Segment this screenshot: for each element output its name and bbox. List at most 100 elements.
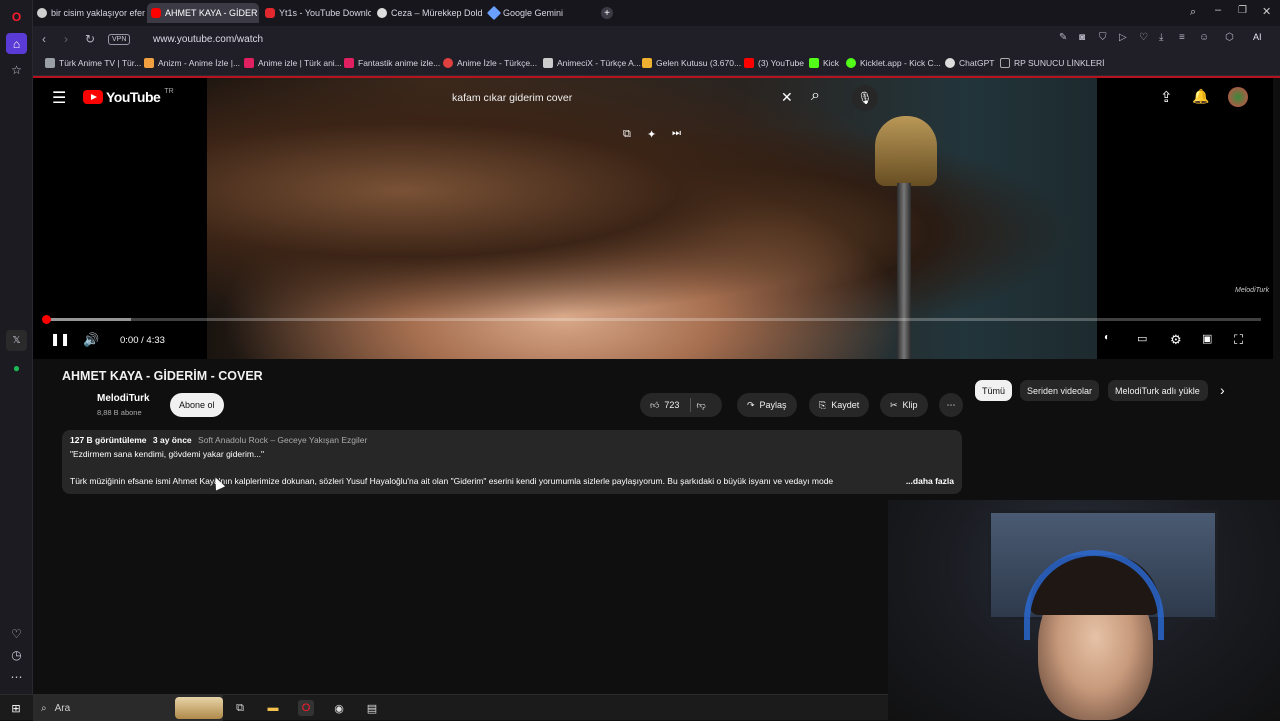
- tab-2-active[interactable]: AHMET KAYA - GİDER: [147, 3, 259, 23]
- menu-icon[interactable]: ≡: [1179, 32, 1185, 43]
- chips-next-icon[interactable]: ›: [1220, 382, 1225, 398]
- tab-1[interactable]: bir cisim yaklaşıyor efendi: [33, 3, 145, 23]
- volume-icon[interactable]: 🔊: [83, 332, 99, 348]
- shield-icon[interactable]: ⛉: [1099, 32, 1107, 43]
- voice-search-icon[interactable]: 🎙: [852, 85, 878, 111]
- opera-logo-icon[interactable]: O: [6, 6, 27, 27]
- hamburger-menu-icon[interactable]: ☰: [52, 88, 66, 108]
- thumbs-down-icon[interactable]: 👎︎: [696, 400, 705, 411]
- heart-icon[interactable]: ♡: [1139, 32, 1148, 43]
- chip-series[interactable]: Seriden videolar: [1020, 380, 1100, 401]
- bookmark-label: Anime İzle - Türkçe...: [457, 58, 538, 68]
- profile-icon[interactable]: ☺: [1199, 32, 1209, 43]
- file-explorer-icon[interactable]: ▬: [265, 700, 281, 716]
- bookmark[interactable]: Kicklet.app - Kick C...: [846, 58, 941, 68]
- miniplayer-icon[interactable]: ⧉: [623, 128, 631, 141]
- heart-icon[interactable]: ♡: [6, 623, 27, 644]
- show-more-link[interactable]: ...daha fazla: [902, 476, 954, 486]
- bookmark[interactable]: Türk Anime TV | Tür...: [45, 58, 141, 68]
- more-actions-button[interactable]: ⋯: [939, 393, 963, 417]
- spotify-icon[interactable]: ●: [6, 357, 27, 378]
- bookmark[interactable]: ChatGPT: [945, 58, 994, 68]
- x-twitter-icon[interactable]: 𝕏: [6, 330, 27, 351]
- camera-icon[interactable]: ◙: [1079, 32, 1085, 43]
- channel-name[interactable]: MelodiTurk: [97, 393, 150, 404]
- bookmark-favicon-icon: [945, 58, 955, 68]
- task-view-icon[interactable]: ⧉: [232, 700, 248, 716]
- save-button[interactable]: ⎘ Kaydet: [809, 393, 870, 417]
- minimize-icon[interactable]: –: [1215, 4, 1221, 16]
- ai-enhance-icon[interactable]: ✦: [647, 128, 656, 141]
- upload-icon[interactable]: ⇪: [1160, 88, 1173, 106]
- home-icon[interactable]: ⌂: [6, 33, 27, 54]
- url-field[interactable]: www.youtube.com/watch: [153, 34, 263, 45]
- bookmark-label: ChatGPT: [959, 58, 995, 68]
- maximize-icon[interactable]: ❐: [1238, 5, 1247, 16]
- opera-taskbar-icon[interactable]: O: [298, 700, 314, 716]
- skip-icon[interactable]: ⏭: [672, 128, 681, 139]
- tab-label: AHMET KAYA - GİDER: [165, 8, 258, 18]
- description-box[interactable]: 127 B görüntüleme 3 ay önce Soft Anadolu…: [62, 430, 962, 494]
- theater-mode-icon[interactable]: ▣: [1202, 332, 1212, 345]
- aria-ai-button[interactable]: AI: [1253, 32, 1262, 42]
- divider: [690, 398, 692, 412]
- share-button[interactable]: ↷ Paylaş: [737, 393, 797, 417]
- bookmark[interactable]: Anime İzle - Türkçe...: [443, 58, 537, 68]
- windows-start-icon[interactable]: ⊞: [8, 700, 24, 716]
- notifications-bell-icon[interactable]: 🔔: [1192, 88, 1209, 105]
- more-icon[interactable]: ⋯: [6, 666, 27, 687]
- app-icon[interactable]: ▤: [364, 700, 380, 716]
- search-input[interactable]: kafam cıkar giderim cover: [441, 84, 799, 112]
- video-player[interactable]: ⧉ ✦ ⏭ MelodiTurk ☰ YouTube TR kafam cıka…: [33, 78, 1273, 359]
- edit-icon[interactable]: ✎: [1059, 32, 1067, 43]
- clip-button[interactable]: ✂ Klip: [880, 393, 928, 417]
- taskbar-search[interactable]: ⌕ Ara: [33, 695, 223, 721]
- fullscreen-icon[interactable]: ⛶: [1234, 332, 1243, 348]
- obs-icon[interactable]: ◉: [331, 700, 347, 716]
- bookmark[interactable]: Anizm - Anime İzle |...: [144, 58, 240, 68]
- forward-icon[interactable]: ›: [64, 32, 68, 46]
- account-avatar[interactable]: [1228, 87, 1248, 107]
- tab-5[interactable]: Google Gemini: [485, 3, 595, 23]
- autoplay-toggle-icon[interactable]: ◐: [1104, 332, 1110, 343]
- subtitles-icon[interactable]: ▭: [1137, 332, 1147, 345]
- star-icon[interactable]: ☆: [6, 59, 27, 80]
- youtube-logo[interactable]: YouTube TR: [83, 87, 174, 105]
- bookmark-folder[interactable]: RP SUNUCU LİNKLERİ: [1000, 58, 1105, 68]
- extensions-icon[interactable]: ⬡: [1225, 32, 1234, 43]
- tab-3[interactable]: Yt1s - YouTube Download: [261, 3, 371, 23]
- back-icon[interactable]: ‹: [42, 32, 46, 46]
- bookmark[interactable]: Kick: [809, 58, 839, 68]
- vpn-badge[interactable]: VPN: [108, 34, 131, 45]
- subscribe-button[interactable]: Abone ol: [170, 393, 224, 417]
- search-icon[interactable]: ⌕: [811, 87, 820, 105]
- region-code: TR: [164, 87, 174, 95]
- progress-bar[interactable]: [42, 315, 1261, 324]
- close-window-icon[interactable]: ✕: [1262, 5, 1271, 18]
- clear-search-icon[interactable]: ✕: [781, 89, 793, 106]
- like-button[interactable]: 👍︎ 723 👎︎: [640, 393, 722, 417]
- progress-scrubber[interactable]: [42, 315, 51, 324]
- logo-text: YouTube: [106, 89, 161, 105]
- chip-channel-uploads[interactable]: MelodiTurk adlı yükle: [1108, 380, 1208, 401]
- webcam-overlay: [888, 500, 1280, 720]
- upload-date: 3 ay önce: [152, 435, 192, 445]
- folder-icon: [1000, 58, 1010, 68]
- player-icon[interactable]: ▷: [1119, 32, 1127, 43]
- history-icon[interactable]: ◷: [6, 644, 27, 665]
- download-icon[interactable]: ⤓: [1159, 32, 1163, 43]
- bookmark[interactable]: Anime izle | Türk ani...: [244, 58, 342, 68]
- like-count: 723: [664, 400, 680, 410]
- chip-all[interactable]: Tümü: [975, 380, 1013, 401]
- bookmark[interactable]: AnimeciX - Türkçe A...: [543, 58, 641, 68]
- tab-4[interactable]: Ceza – Mürekkep Doldur: [373, 3, 483, 23]
- new-tab-button[interactable]: +: [601, 7, 613, 19]
- description-tags[interactable]: Soft Anadolu Rock – Geceye Yakışan Ezgil…: [198, 435, 367, 445]
- bookmark[interactable]: (3) YouTube: [744, 58, 804, 68]
- tab-search-icon[interactable]: ⌕: [1190, 6, 1196, 19]
- bookmark[interactable]: Gelen Kutusu (3.670...: [642, 58, 741, 68]
- settings-gear-icon[interactable]: ⚙: [1170, 332, 1182, 348]
- bookmark[interactable]: Fantastik anime izle...: [344, 58, 440, 68]
- pause-icon[interactable]: ❚❚: [50, 332, 70, 346]
- reload-icon[interactable]: ↻: [85, 32, 95, 46]
